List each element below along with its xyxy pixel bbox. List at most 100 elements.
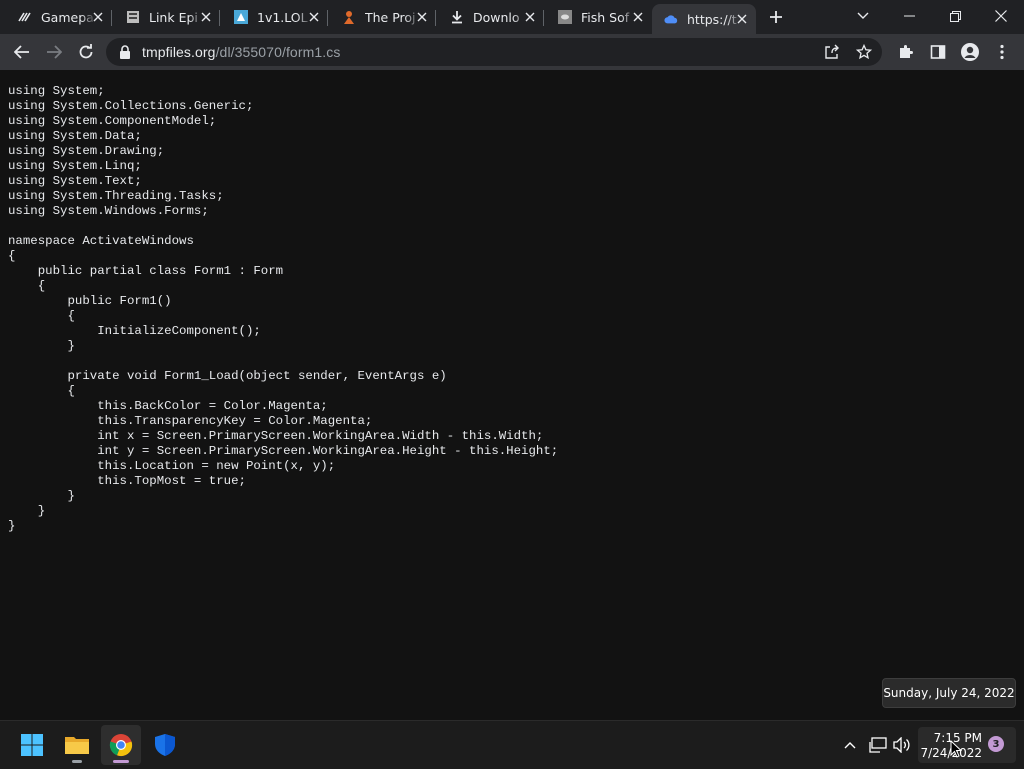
close-tab-icon[interactable] — [522, 9, 538, 25]
code-line: public partial class Form1 : Form — [8, 264, 284, 278]
code-line: this.BackColor = Color.Magenta; — [8, 399, 328, 413]
reload-icon — [79, 44, 93, 59]
menu-button[interactable] — [992, 42, 1012, 62]
lock-icon[interactable] — [118, 45, 132, 59]
star-icon — [856, 44, 872, 60]
tab-title: Fish Sof — [581, 9, 630, 25]
code-line: int y = Screen.PrimaryScreen.WorkingArea… — [8, 444, 559, 458]
tab-download[interactable]: Downlo — [438, 2, 544, 32]
code-line: using System; — [8, 84, 105, 98]
reload-button[interactable] — [72, 38, 100, 66]
bookmark-button[interactable] — [854, 42, 874, 62]
puzzle-icon — [900, 45, 913, 58]
close-icon — [995, 10, 1007, 22]
side-panel-button[interactable] — [928, 42, 948, 62]
share-button[interactable] — [822, 42, 842, 62]
mouse-cursor-icon — [950, 740, 962, 758]
page-content: using System; using System.Collections.Ge… — [0, 70, 1024, 720]
tab-fish[interactable]: Fish Sof — [546, 2, 652, 32]
code-line: using System.Linq; — [8, 159, 142, 173]
chrome-button[interactable] — [101, 725, 141, 765]
taskbar: 7:15 PM 7/24/2022 — [0, 720, 1024, 769]
url-text[interactable]: tmpfiles.org/dl/355070/form1.cs — [142, 44, 340, 60]
minimize-icon — [903, 15, 915, 17]
folder-icon — [65, 737, 89, 754]
gamepad-site-icon — [18, 10, 32, 24]
tab-title: Link Epi — [149, 9, 198, 25]
side-panel-icon — [930, 45, 946, 59]
volume-button[interactable] — [890, 733, 914, 757]
tab-search-button[interactable] — [840, 0, 886, 32]
security-button[interactable] — [145, 725, 185, 765]
kebab-menu-icon — [1000, 44, 1004, 60]
tab-gamepad[interactable]: Gamepa — [6, 2, 112, 32]
code-line: { — [8, 249, 16, 263]
fish-favicon-icon — [558, 10, 572, 24]
profile-button[interactable] — [960, 42, 980, 62]
project-favicon-icon — [342, 10, 356, 24]
code-line: using System.Windows.Forms; — [8, 204, 209, 218]
code-line: private void Form1_Load(object sender, E… — [8, 369, 447, 383]
address-bar[interactable]: tmpfiles.org/dl/355070/form1.cs — [106, 38, 882, 66]
code-line: using System.Collections.Generic; — [8, 99, 254, 113]
code-line: public Form1() — [8, 294, 172, 308]
restore-icon — [949, 10, 961, 22]
code-line: using System.Threading.Tasks; — [8, 189, 224, 203]
code-line: int x = Screen.PrimaryScreen.WorkingArea… — [8, 429, 544, 443]
chevron-up-icon — [844, 742, 856, 749]
source-code: using System; using System.Collections.Ge… — [8, 84, 558, 534]
url-path: /dl/355070/form1.cs — [215, 44, 341, 60]
code-line: this.TransparencyKey = Color.Magenta; — [8, 414, 373, 428]
share-icon — [825, 44, 839, 59]
arrow-left-icon — [14, 45, 29, 59]
code-line: } — [8, 519, 16, 533]
tab-link[interactable]: Link Epi — [114, 2, 220, 32]
tab-strip: Gamepa Link Epi 1v1.LOL The Proj Downlo — [0, 0, 1024, 34]
arrow-right-icon — [47, 45, 62, 59]
close-tab-icon[interactable] — [90, 9, 106, 25]
code-line: } — [8, 339, 75, 353]
close-tab-icon[interactable] — [198, 9, 214, 25]
close-tab-icon[interactable] — [630, 9, 646, 25]
tab-project[interactable]: The Proj — [330, 2, 436, 32]
close-tab-icon[interactable] — [734, 11, 750, 27]
windows-logo-icon — [21, 734, 43, 756]
start-button[interactable] — [12, 725, 52, 765]
extensions-button[interactable] — [896, 42, 916, 62]
date-tooltip: Sunday, July 24, 2022 — [882, 678, 1016, 708]
file-explorer-button[interactable] — [57, 725, 97, 765]
restore-button[interactable] — [932, 0, 978, 32]
forward-button[interactable] — [40, 38, 68, 66]
close-tab-icon[interactable] — [414, 9, 430, 25]
tab-active[interactable]: https://t — [652, 4, 756, 34]
code-line: { — [8, 384, 75, 398]
shield-icon — [155, 734, 175, 756]
close-tab-icon[interactable] — [306, 9, 322, 25]
minimize-button[interactable] — [886, 0, 932, 32]
chevron-down-icon — [857, 12, 869, 19]
network-button[interactable] — [866, 733, 890, 757]
tab-1v1[interactable]: 1v1.LOL — [222, 2, 328, 32]
notification-badge[interactable]: 3 — [988, 736, 1004, 752]
new-tab-button[interactable] — [765, 6, 787, 28]
code-line: { — [8, 309, 75, 323]
download-icon — [450, 10, 464, 24]
code-line: } — [8, 504, 46, 518]
tab-title: Downlo — [473, 9, 520, 25]
speaker-icon — [893, 737, 910, 753]
code-line: using System.Data; — [8, 129, 142, 143]
back-button[interactable] — [8, 38, 36, 66]
code-line: InitializeComponent(); — [8, 324, 261, 338]
cloud-icon — [664, 12, 678, 26]
page-favicon-icon — [126, 10, 140, 24]
tab-title: The Proj — [365, 9, 416, 25]
close-window-button[interactable] — [978, 0, 1024, 32]
tab-title: Gamepa — [41, 9, 94, 25]
show-hidden-icons-button[interactable] — [838, 733, 862, 757]
browser-toolbar: tmpfiles.org/dl/355070/form1.cs — [0, 34, 1024, 70]
code-line: namespace ActivateWindows — [8, 234, 194, 248]
plus-icon — [770, 11, 782, 23]
game-favicon-icon — [234, 10, 248, 24]
